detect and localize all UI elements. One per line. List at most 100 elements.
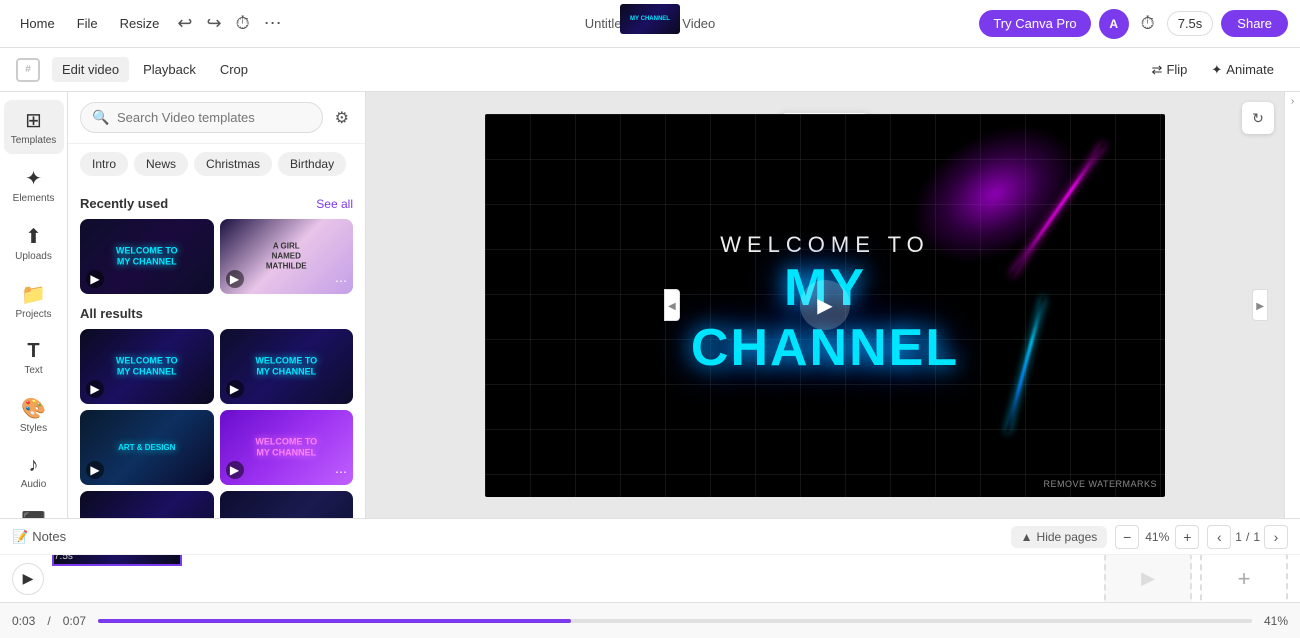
background-icon: ⬛	[21, 510, 46, 518]
zoom-label: 41%	[1145, 530, 1169, 544]
pill-intro[interactable]: Intro	[80, 152, 128, 176]
timer-button[interactable]: ⏱	[232, 9, 254, 38]
pill-birthday[interactable]: Birthday	[278, 152, 346, 176]
no-background-icon[interactable]: #	[16, 58, 40, 82]
sidebar-icons: ⊞ Templates ✦ Elements ⬆ Uploads 📁 Proje…	[0, 92, 68, 518]
template-card-3[interactable]: ART & DESIGN ▶	[80, 410, 214, 485]
see-all-button[interactable]: See all	[316, 197, 353, 211]
elements-icon: ✦	[25, 166, 42, 191]
timeline-clip-empty[interactable]: ▶	[1104, 555, 1192, 602]
undo-button[interactable]: ↩	[173, 9, 196, 38]
play-icon: ▶	[226, 380, 244, 398]
right-panel[interactable]: ›	[1284, 92, 1300, 518]
template-card-1[interactable]: WELCOME TOMY CHANNEL ▶	[80, 329, 214, 404]
sidebar-item-text[interactable]: T Text	[4, 332, 64, 384]
sidebar-item-templates[interactable]: ⊞ Templates	[4, 100, 64, 154]
template-card-recent-1[interactable]: WELCOME TOMY CHANNEL ▶	[80, 219, 214, 294]
zoom-controls: − 41% +	[1115, 525, 1199, 549]
hide-left-panel-button[interactable]: ◀	[664, 289, 680, 321]
audio-icon: ♪	[29, 454, 39, 477]
template-card-5[interactable]: WELCOME ▶ ⋯	[80, 491, 214, 518]
play-icon: ▶	[86, 461, 104, 479]
more-options-button[interactable]: ⋯	[260, 9, 286, 38]
play-icon: ▶	[86, 380, 104, 398]
animate-button[interactable]: ✦ Animate	[1201, 57, 1284, 83]
flip-button[interactable]: ⇄ Flip	[1142, 57, 1198, 83]
sidebar-item-elements[interactable]: ✦ Elements	[4, 158, 64, 212]
canvas-play-button[interactable]: ▶	[800, 280, 850, 330]
uploads-icon: ⬆	[25, 224, 42, 249]
chevron-right-icon: ▶	[1256, 301, 1264, 312]
playback-button[interactable]: Playback	[133, 57, 206, 82]
share-button[interactable]: Share	[1221, 10, 1288, 37]
sidebar-item-projects[interactable]: 📁 Projects	[4, 274, 64, 328]
sidebar-item-audio[interactable]: ♪ Audio	[4, 446, 64, 498]
filter-button[interactable]: ⚙	[331, 104, 353, 132]
uploads-label: Uploads	[15, 251, 52, 262]
canvas-wrapper: 🗑 ⋯ WELCOME TO MY CHANNEL ▶ REMOVE WATER…	[366, 92, 1284, 518]
timeline-tracks: ▶ MY CHANNEL 7.5s ▶ +	[0, 555, 1300, 602]
clip-duration: 7.5s	[54, 555, 73, 562]
next-page-button[interactable]: ›	[1264, 525, 1288, 549]
recently-used-section: Recently used See all	[80, 196, 353, 211]
try-canva-button[interactable]: Try Canva Pro	[979, 10, 1090, 37]
pill-news[interactable]: News	[134, 152, 188, 176]
resize-button[interactable]: Resize	[112, 12, 168, 35]
timeline-play-button[interactable]: ▶	[12, 563, 44, 595]
sidebar-item-background[interactable]: ⬛ Background	[4, 502, 64, 518]
all-results-title: All results	[80, 306, 143, 321]
notes-button[interactable]: 📝 Notes	[12, 529, 66, 545]
hide-pages-button[interactable]: ▲ Hide pages	[1011, 526, 1108, 548]
zoom-out-button[interactable]: −	[1115, 525, 1139, 549]
all-results-section: All results	[80, 306, 353, 321]
welcome-text: WELCOME TO	[655, 232, 995, 258]
template-card-2[interactable]: WELCOME TOMY CHANNEL ▶	[220, 329, 354, 404]
add-scene-button[interactable]: +	[1200, 555, 1288, 602]
refresh-canvas-button[interactable]: ↻	[1242, 102, 1274, 134]
page-total: 1	[1253, 530, 1260, 544]
crop-button[interactable]: Crop	[210, 57, 258, 82]
duration-badge[interactable]: 7.5s	[1167, 11, 1214, 36]
recently-used-grid: WELCOME TOMY CHANNEL ▶ A GIRLNAMEDMATHIL…	[80, 219, 353, 294]
timeline-clip-active[interactable]: MY CHANNEL 7.5s	[52, 555, 182, 566]
redo-button[interactable]: ↪	[202, 9, 225, 38]
templates-icon: ⊞	[25, 108, 42, 133]
templates-label: Templates	[11, 135, 57, 146]
neon-line-cyan	[1006, 296, 1045, 432]
main-area: ⊞ Templates ✦ Elements ⬆ Uploads 📁 Proje…	[0, 92, 1300, 518]
edit-bar: # Edit video Playback Crop ⇄ Flip ✦ Anim…	[0, 48, 1300, 92]
page-number: 1	[1235, 530, 1242, 544]
search-input[interactable]	[80, 102, 323, 133]
all-results-grid: WELCOME TOMY CHANNEL ▶ WELCOME TOMY CHAN…	[80, 329, 353, 518]
text-icon: T	[27, 340, 39, 363]
styles-label: Styles	[20, 423, 47, 434]
edit-video-button[interactable]: Edit video	[52, 57, 129, 82]
home-button[interactable]: Home	[12, 12, 63, 35]
template-card-4[interactable]: WELCOME TOMY CHANNEL ▶ ⋯	[220, 410, 354, 485]
timeline-toolbar: 📝 Notes ▲ Hide pages − 41% + ‹ 1 / 1 ›	[0, 519, 1300, 555]
sidebar-item-uploads[interactable]: ⬆ Uploads	[4, 216, 64, 270]
timer2-button[interactable]: ⏱	[1137, 9, 1159, 38]
progress-bar[interactable]	[98, 619, 1252, 623]
progress-fill	[98, 619, 571, 623]
file-button[interactable]: File	[69, 12, 106, 35]
page-separator: /	[1246, 530, 1249, 544]
try-canva-label: Try Canva Pro	[993, 16, 1076, 31]
hide-right-panel-button[interactable]: ▶	[1252, 289, 1268, 321]
bottom-area: 📝 Notes ▲ Hide pages − 41% + ‹ 1 / 1 › ▶…	[0, 518, 1300, 638]
sidebar-item-styles[interactable]: 🎨 Styles	[4, 388, 64, 442]
bottom-bar: 0:03 / 0:07 41%	[0, 602, 1300, 638]
avatar[interactable]: A	[1099, 9, 1129, 39]
zoom-in-button[interactable]: +	[1175, 525, 1199, 549]
template-card-6[interactable]: INTRODUCING ▶ ⋯	[220, 491, 354, 518]
template-card-recent-2[interactable]: A GIRLNAMEDMATHILDE ▶ ⋯	[220, 219, 354, 294]
canvas-video[interactable]: WELCOME TO MY CHANNEL ▶ REMOVE WATERMARK…	[485, 114, 1165, 497]
prev-page-button[interactable]: ‹	[1207, 525, 1231, 549]
empty-clip-icon: ▶	[1141, 568, 1155, 589]
more-icon: ⋯	[335, 465, 347, 479]
template-text: WELCOME TOMY CHANNEL	[116, 355, 178, 378]
page-counter: ‹ 1 / 1 ›	[1207, 525, 1288, 549]
remove-watermarks-label[interactable]: REMOVE WATERMARKS	[1043, 479, 1157, 489]
projects-label: Projects	[15, 309, 51, 320]
pill-christmas[interactable]: Christmas	[194, 152, 272, 176]
